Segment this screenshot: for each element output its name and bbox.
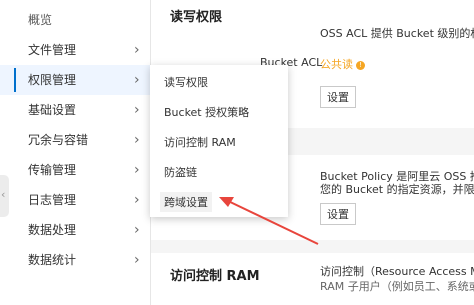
sidebar-item-redundancy[interactable]: 冗余与容错 › — [0, 125, 150, 155]
acl-value: 公共读 — [320, 58, 353, 71]
sidebar-item-transfer-management[interactable]: 传输管理 › — [0, 155, 150, 185]
section-title: 读写权限 — [170, 10, 223, 25]
sidebar-item-label: 权限管理 — [28, 73, 77, 87]
chevron-right-icon: › — [134, 252, 140, 268]
sidebar-item-permission-management[interactable]: 权限管理 › — [0, 65, 150, 95]
sidebar: 概览 文件管理 › 权限管理 › 基础设置 › 冗余与容错 › 传输管理 › 日… — [0, 0, 151, 305]
chevron-right-icon: › — [134, 132, 140, 148]
sidebar-item-label: 文件管理 — [28, 43, 77, 57]
submenu-item-read-write[interactable]: 读写权限 — [164, 74, 208, 90]
sidebar-item-file-management[interactable]: 文件管理 › — [0, 35, 150, 65]
ram-description-line1: 访问控制（Resource Access Manage — [320, 265, 474, 278]
ram-description-line2: RAM 子用户（例如员工、系统或应用 — [320, 280, 474, 293]
chevron-right-icon: › — [134, 42, 140, 58]
sidebar-item-data-statistics[interactable]: 数据统计 › — [0, 245, 150, 275]
warning-icon: ! — [356, 61, 365, 70]
permission-submenu: 读写权限 Bucket 授权策略 访问控制 RAM 防盗链 跨域设置 — [150, 65, 288, 217]
sidebar-item-data-processing[interactable]: 数据处理 › — [0, 215, 150, 245]
sidebar-item-label: 数据统计 — [28, 253, 77, 267]
ram-access-control-card: 访问控制 RAM 访问控制（Resource Access Manage RAM… — [151, 253, 474, 305]
sidebar-item-label: 概览 — [28, 13, 53, 27]
chevron-right-icon: › — [134, 72, 140, 88]
sidebar-item-label: 基础设置 — [28, 103, 77, 117]
submenu-item-ram[interactable]: 访问控制 RAM — [164, 134, 236, 150]
chevron-left-icon: ‹ — [1, 188, 6, 201]
sidebar-item-label: 传输管理 — [28, 163, 77, 177]
chevron-right-icon: › — [134, 162, 140, 178]
submenu-item-cors[interactable]: 跨域设置 — [160, 192, 212, 212]
chevron-right-icon: › — [134, 222, 140, 238]
sidebar-item-basic-settings[interactable]: 基础设置 › — [0, 95, 150, 125]
chevron-right-icon: › — [134, 192, 140, 208]
policy-setting-button[interactable]: 设置 — [320, 203, 356, 225]
sidebar-item-label: 数据处理 — [28, 223, 77, 237]
chevron-right-icon: › — [134, 102, 140, 118]
section-title: 访问控制 RAM — [170, 269, 260, 284]
submenu-item-hotlink-protection[interactable]: 防盗链 — [164, 164, 197, 180]
policy-description-line2: 您的 Bucket 的指定资源，并限制访问访 — [320, 183, 474, 196]
acl-status: 公共读! — [320, 56, 365, 72]
sidebar-item-label: 冗余与容错 — [28, 133, 89, 147]
sidebar-collapse-handle[interactable]: ‹ — [0, 175, 9, 217]
sidebar-item-label: 日志管理 — [28, 193, 77, 207]
oss-console-page: 概览 文件管理 › 权限管理 › 基础设置 › 冗余与容错 › 传输管理 › 日… — [0, 0, 474, 305]
acl-setting-button[interactable]: 设置 — [320, 86, 356, 108]
section-description: OSS ACL 提供 Bucket 级别的权限访问 — [320, 27, 474, 40]
submenu-item-bucket-policy[interactable]: Bucket 授权策略 — [164, 104, 249, 120]
sidebar-item-overview[interactable]: 概览 — [0, 5, 150, 35]
sidebar-item-log-management[interactable]: 日志管理 › — [0, 185, 150, 215]
